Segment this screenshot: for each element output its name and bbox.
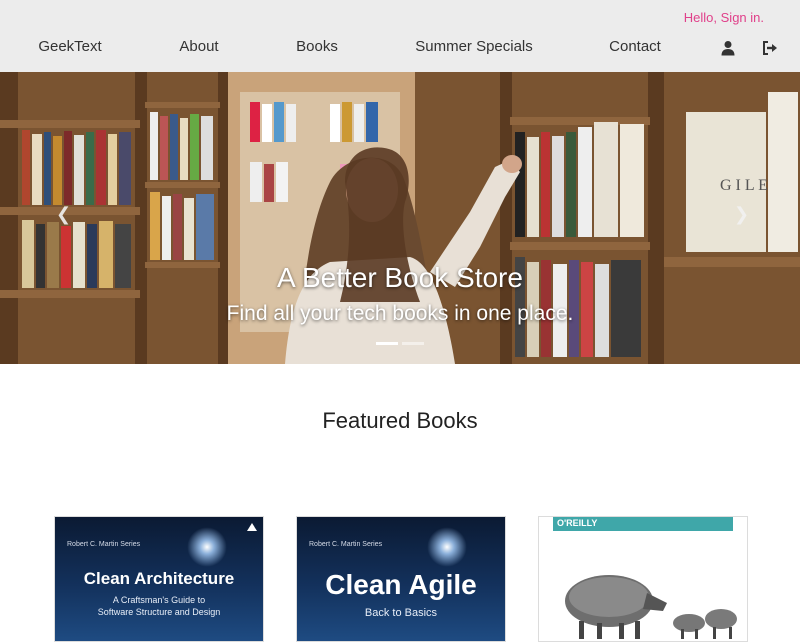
carousel-indicators (376, 342, 424, 345)
nav-about[interactable]: About (179, 38, 218, 55)
nav-brand-geektext[interactable]: GeekText (38, 38, 101, 55)
hero-title: A Better Book Store (277, 262, 523, 293)
site-header: Hello, Sign in. GeekText About Books Sum… (0, 0, 800, 72)
user-icon[interactable] (720, 40, 736, 56)
cover-glow (187, 527, 227, 567)
main-nav: GeekText About Books Summer Specials Con… (0, 38, 800, 62)
book-title: Clean Architecture (83, 569, 235, 588)
nav-books[interactable]: Books (296, 38, 338, 55)
book-card-oreilly[interactable]: O'REILLY (538, 516, 748, 642)
carousel-prev-icon[interactable]: ❮ (56, 204, 71, 225)
sign-out-icon[interactable] (762, 40, 778, 56)
sign-in-link[interactable]: Hello, Sign in. (684, 10, 764, 25)
carousel-indicator-2[interactable] (402, 342, 424, 345)
book-subtitle-line-1: A Craftsman's Guide to (112, 595, 206, 605)
hero-carousel: G I L E ❮ ❯ A Better Book Store Find all… (0, 72, 800, 364)
publisher-logo-icon (247, 523, 257, 531)
boar-illustration (565, 575, 737, 639)
svg-text:G I L E: G I L E (720, 177, 768, 194)
cover-glow (427, 527, 467, 567)
book-card-clean-agile[interactable]: Robert C. Martin Series Clean Agile Back… (296, 516, 506, 642)
carousel-next-icon[interactable]: ❯ (734, 204, 749, 225)
book-series: Robert C. Martin Series (309, 541, 383, 548)
book-series: Robert C. Martin Series (67, 541, 141, 548)
featured-books-heading: Featured Books (322, 408, 478, 433)
hero-subtitle: Find all your tech books in one place. (226, 302, 574, 325)
book-title: Clean Agile (325, 569, 477, 600)
nav-summer-specials[interactable]: Summer Specials (415, 38, 533, 55)
nav-contact[interactable]: Contact (609, 38, 661, 55)
book-subtitle-line-2: Software Structure and Design (97, 607, 221, 617)
carousel-indicator-1[interactable] (376, 342, 398, 345)
book-card-clean-architecture[interactable]: Robert C. Martin Series Clean Architectu… (54, 516, 264, 642)
book-subtitle-line-1: Back to Basics (364, 607, 438, 619)
